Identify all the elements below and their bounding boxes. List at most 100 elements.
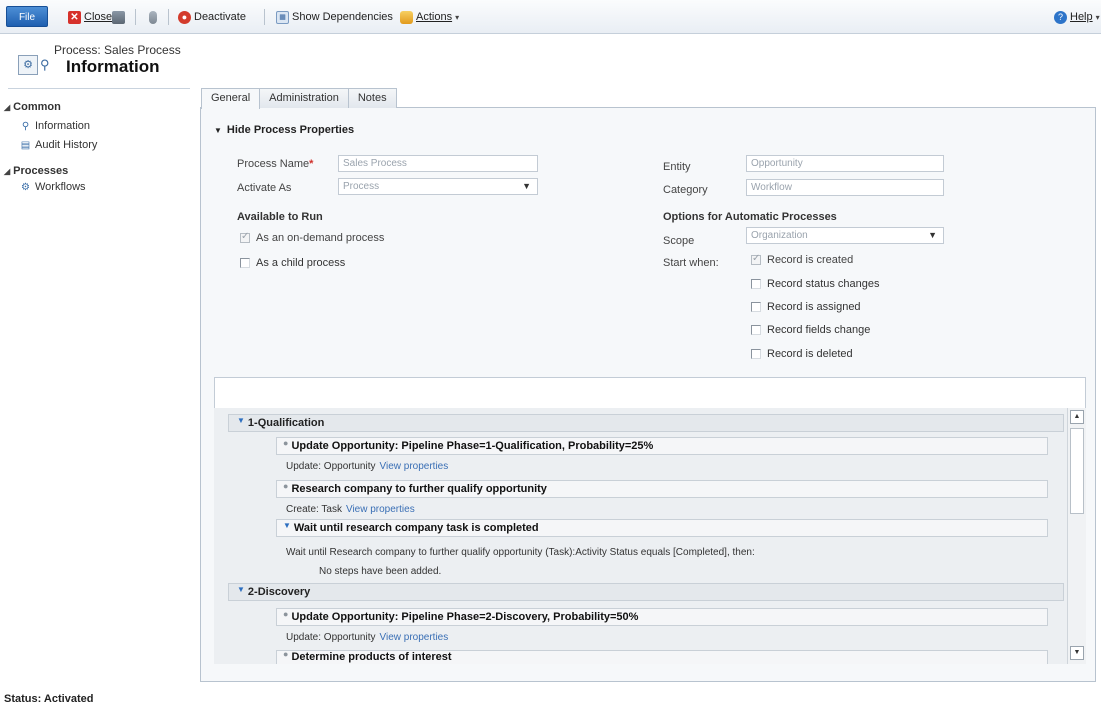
dependencies-icon: ▦ [276,10,289,24]
view-properties-link[interactable]: View properties [346,504,415,515]
vertical-scrollbar[interactable]: ▲ ▼ [1067,408,1086,664]
deactivate-label: Deactivate [194,11,246,23]
record-deleted-checkbox[interactable]: Record is deleted [751,348,853,360]
activate-as-select[interactable]: Process ▼ [338,178,538,195]
tab-strip: General Administration Notes [201,88,397,109]
ribbon-separator [264,9,265,25]
step-detail-text: Update: Opportunity [286,632,376,643]
required-marker: * [309,158,314,170]
child-process-checkbox[interactable]: As a child process [240,257,345,269]
step-bullet-icon: ● [283,649,289,659]
actions-label: Actions [416,11,453,23]
scroll-up-button[interactable]: ▲ [1070,410,1084,424]
dropdown-arrow-icon: ▼ [928,230,937,240]
actions-button[interactable]: Actions ▾ [400,9,459,25]
show-dependencies-label: Show Dependencies [292,11,393,23]
step-determine-products[interactable]: ● Determine products of interest [276,649,1048,664]
sidebar-item-label: Audit History [35,139,98,151]
information-icon: ⚲ [40,57,50,72]
process-name-label-text: Process Name [237,158,310,170]
step-detail: Update: Opportunity View properties [286,632,448,643]
step-detail-text: Update: Opportunity [286,461,376,472]
chevron-down-icon: ▾ [1095,12,1100,22]
stage-discovery[interactable]: ▼ 2-Discovery [228,583,1064,601]
nav-group-common[interactable]: ◢ Common [4,101,61,113]
ribbon-separator [168,9,169,25]
scope-value: Organization [751,230,808,241]
stage-label: 1-Qualification [247,417,325,429]
step-expand-icon: ▼ [283,521,291,530]
step-label: Update Opportunity: Pipeline Phase=1-Qua… [291,440,654,452]
hide-process-properties-toggle[interactable]: ▼ Hide Process Properties [214,124,354,136]
view-properties-link[interactable]: View properties [380,461,449,472]
record-fields-change-checkbox[interactable]: Record fields change [751,324,870,336]
step-detail: Update: Opportunity View properties [286,461,448,472]
step-bullet-icon: ● [283,481,289,491]
tab-notes[interactable]: Notes [347,88,397,108]
checkbox-unchecked [751,349,761,359]
close-button[interactable]: ✕ Close [68,9,112,25]
ribbon-separator [135,9,136,25]
scroll-thumb[interactable] [1070,428,1084,514]
category-label: Category [663,184,708,196]
sidebar-item-information[interactable]: ⚲ Information [20,120,90,132]
child-process-label: As a child process [256,257,346,269]
help-label: Help [1070,11,1093,23]
view-properties-link[interactable]: View properties [380,632,449,643]
print-button[interactable] [112,9,125,25]
stage-qualification[interactable]: ▼ 1-Qualification [228,414,1064,432]
process-name-field[interactable]: Sales Process [338,155,538,172]
start-option-label: Record status changes [767,278,880,290]
step-label: Research company to further qualify oppo… [291,483,547,495]
file-button[interactable]: File [6,6,48,27]
nav-group-label: Common [13,101,61,113]
checkbox-unchecked [751,325,761,335]
record-status-changes-checkbox[interactable]: Record status changes [751,278,880,290]
scroll-down-button[interactable]: ▼ [1070,646,1084,660]
step-label: Determine products of interest [291,651,452,663]
status-bar-label: Status: Activated [4,693,94,705]
activate-as-label: Activate As [237,182,292,194]
nav-group-processes[interactable]: ◢ Processes [4,165,68,177]
attach-button[interactable] [149,9,157,25]
scope-label: Scope [663,235,695,247]
scope-select[interactable]: Organization ▼ [746,227,944,244]
record-created-checkbox[interactable]: Record is created [751,253,854,266]
audit-history-icon: ▤ [20,139,31,151]
expand-triangle-icon: ▼ [214,126,222,135]
sidebar-item-workflows[interactable]: ⚙ Workflows [20,181,86,193]
step-label: Wait until research company task is comp… [293,522,539,534]
on-demand-checkbox[interactable]: As an on-demand process [240,231,385,244]
tab-general[interactable]: General [201,88,261,109]
on-demand-label: As an on-demand process [256,232,385,244]
start-option-label: Record is created [767,254,854,266]
print-icon [112,10,125,24]
options-automatic-heading: Options for Automatic Processes [663,211,837,223]
entity-field[interactable]: Opportunity [746,155,944,172]
sidebar-item-audit-history[interactable]: ▤ Audit History [20,139,98,151]
ribbon: File ✕ Close ● Deactivate ▦ Show Depende… [0,0,1101,34]
step-wait-until[interactable]: ▼ Wait until research company task is com… [276,519,1048,537]
start-option-label: Record is assigned [767,301,861,313]
step-update-qualification[interactable]: ● Update Opportunity: Pipeline Phase=1-Qu… [276,437,1048,455]
workflows-icon: ⚙ [21,181,30,193]
activate-as-value: Process [343,181,380,192]
paperclip-icon [149,10,157,24]
help-button[interactable]: ? Help ▾ [1054,9,1100,25]
checkbox-unchecked [751,279,761,289]
no-steps-text: No steps have been added. [319,566,442,577]
breadcrumb: Process: Sales Process [54,43,181,57]
step-bullet-icon: ● [283,438,289,448]
show-dependencies-button[interactable]: ▦ Show Dependencies [276,9,393,25]
step-label: Update Opportunity: Pipeline Phase=2-Dis… [291,611,639,623]
header-divider [8,88,190,89]
record-assigned-checkbox[interactable]: Record is assigned [751,301,861,313]
tab-administration[interactable]: Administration [259,88,349,108]
step-detail-text: Create: Task [286,504,342,515]
deactivate-button[interactable]: ● Deactivate [178,9,246,25]
step-update-discovery[interactable]: ● Update Opportunity: Pipeline Phase=2-Di… [276,608,1048,626]
step-detail: Create: Task View properties [286,504,415,515]
step-research-company[interactable]: ● Research company to further qualify opp… [276,480,1048,498]
stage-expand-icon: ▼ [237,416,245,425]
category-field[interactable]: Workflow [746,179,944,196]
